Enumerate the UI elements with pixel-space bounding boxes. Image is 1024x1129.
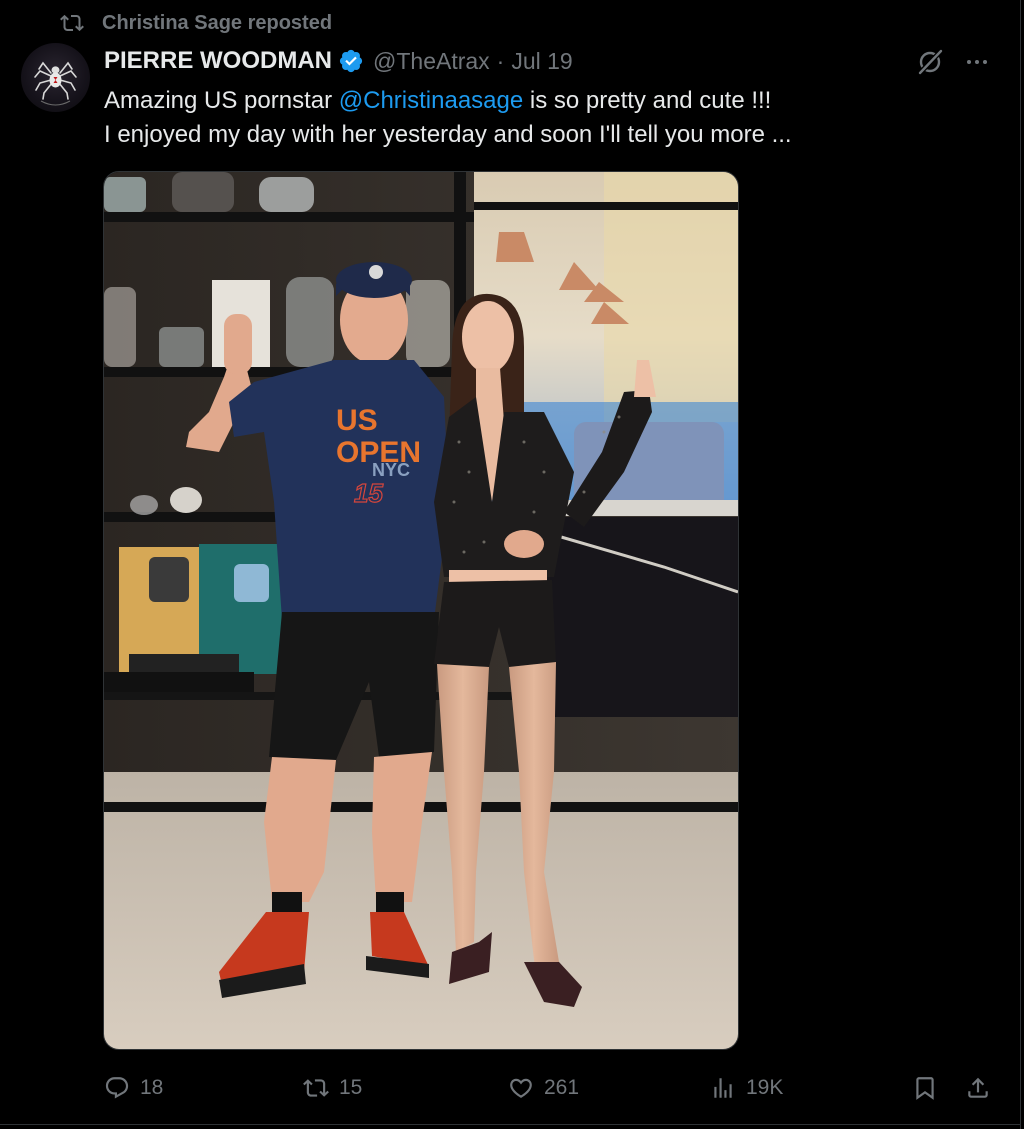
repost-icon bbox=[303, 1079, 329, 1097]
shirt-text-nyc: NYC bbox=[372, 460, 410, 480]
author-handle[interactable]: @TheAtrax bbox=[373, 48, 490, 75]
views-chart-icon bbox=[714, 1078, 732, 1098]
spider-logo-icon bbox=[34, 61, 77, 106]
repost-label: Christina Sage reposted bbox=[102, 11, 333, 34]
bookmark-icon[interactable] bbox=[912, 1075, 938, 1101]
tweet-date[interactable]: Jul 19 bbox=[511, 48, 572, 75]
tweet-text-line-1: Amazing US pornstar @Christinaasage is s… bbox=[104, 84, 984, 118]
verified-badge-icon[interactable] bbox=[338, 48, 364, 74]
tweet-text-segment: is so pretty and cute !!! bbox=[523, 87, 772, 114]
mention-link[interactable]: @Christinaasage bbox=[339, 87, 523, 114]
column-border bbox=[1020, 0, 1021, 1129]
view-count: 19K bbox=[746, 1076, 784, 1099]
tweet-divider bbox=[0, 1124, 1021, 1125]
like-button[interactable]: 261 bbox=[508, 1070, 579, 1106]
author-display-name[interactable]: PIERRE WOODMAN bbox=[104, 47, 332, 75]
grok-icon[interactable] bbox=[915, 47, 945, 77]
heart-icon bbox=[510, 1078, 532, 1098]
shirt-text-us: US bbox=[336, 404, 378, 437]
reply-icon bbox=[105, 1077, 129, 1099]
like-count: 261 bbox=[544, 1076, 580, 1099]
action-bar: 18 15 261 19K bbox=[0, 1070, 1024, 1106]
tweet-text-segment: Amazing US pornstar bbox=[104, 87, 339, 114]
tweet-text-line-2: I enjoyed my day with her yesterday and … bbox=[104, 121, 792, 148]
photo-illustration: US OPEN NYC 15 bbox=[104, 172, 738, 1049]
header-separator: · bbox=[496, 47, 505, 74]
share-icon[interactable] bbox=[965, 1075, 991, 1101]
avatar[interactable] bbox=[21, 43, 90, 112]
views-button[interactable]: 19K bbox=[710, 1070, 783, 1106]
reply-button[interactable]: 18 bbox=[104, 1070, 163, 1106]
tweet-photo[interactable]: US OPEN NYC 15 bbox=[103, 171, 739, 1050]
more-options-icon[interactable] bbox=[962, 51, 992, 73]
repost-header[interactable]: Christina Sage reposted bbox=[60, 9, 332, 37]
tweet-header: PIERRE WOODMAN @TheAtrax · Jul 19 bbox=[104, 44, 573, 78]
repost-count: 15 bbox=[339, 1076, 363, 1099]
reply-count: 18 bbox=[140, 1076, 164, 1099]
shirt-text-number: 15 bbox=[354, 478, 383, 508]
repost-button[interactable]: 15 bbox=[303, 1070, 362, 1106]
tweet-text: Amazing US pornstar @Christinaasage is s… bbox=[104, 84, 984, 152]
repost-icon bbox=[60, 14, 84, 32]
